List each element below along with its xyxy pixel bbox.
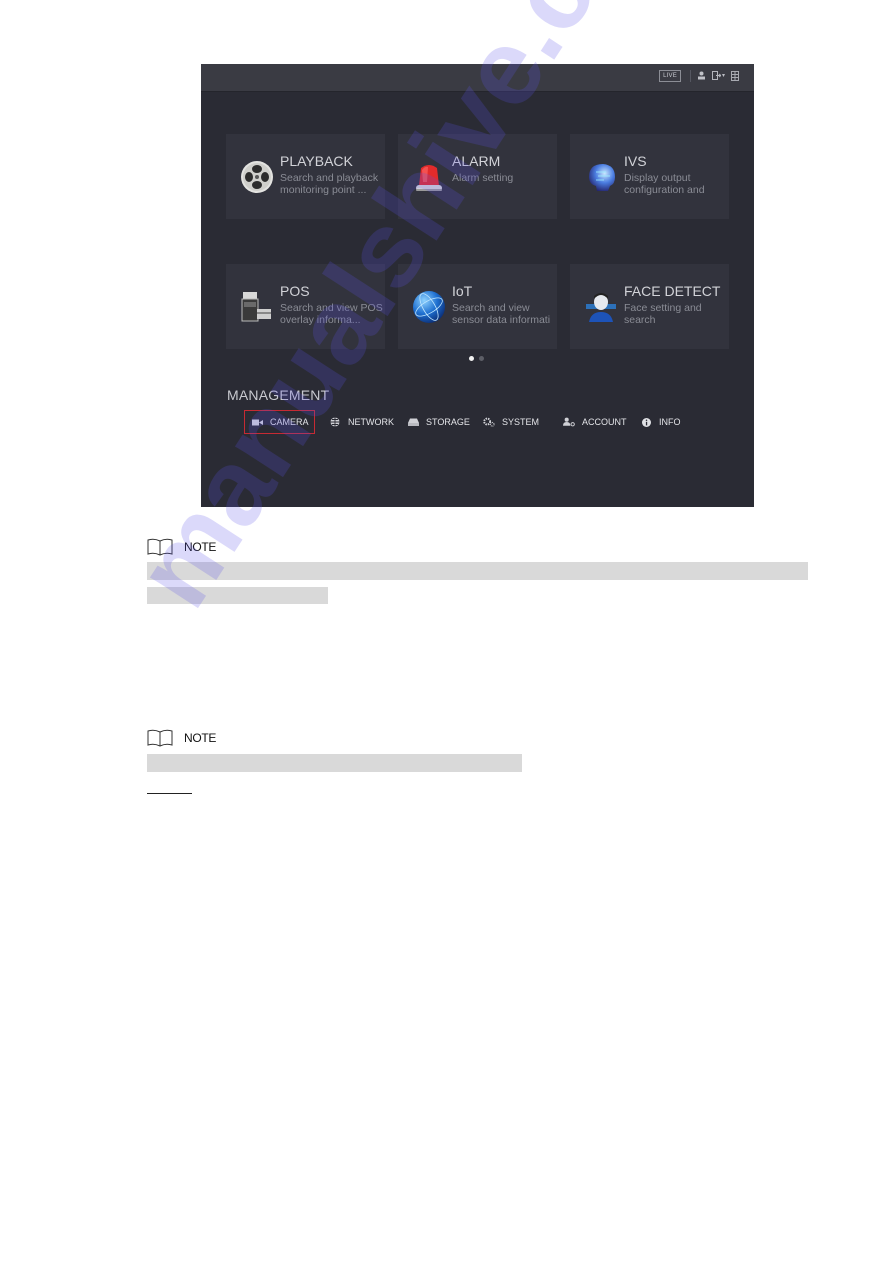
redacted-text-line xyxy=(147,587,328,604)
storage-icon xyxy=(407,417,419,427)
book-icon xyxy=(147,538,173,556)
book-icon xyxy=(147,729,173,747)
live-button[interactable]: LIVE xyxy=(659,70,681,82)
dvr-main-menu-screenshot: LIVE ▾ PLAYBACK Search and playback monit… xyxy=(201,64,754,507)
tile-title: PLAYBACK xyxy=(280,153,353,169)
tile-description: Search and view sensor data informati xyxy=(452,302,551,326)
mgmt-item-account[interactable]: ACCOUNT xyxy=(563,410,627,434)
tile-iot[interactable]: IoT Search and view sensor data informati xyxy=(398,264,557,349)
tile-face-detect[interactable]: FACE DETECT Face setting and search xyxy=(570,264,729,349)
tile-title: FACE DETECT xyxy=(624,283,721,299)
alarm-siren-icon xyxy=(416,165,442,191)
mgmt-item-label: CAMERA xyxy=(270,417,309,427)
tile-description: Display output configuration and xyxy=(624,172,705,196)
mgmt-item-network[interactable]: NETWORK xyxy=(329,410,394,434)
account-icon xyxy=(563,417,575,427)
tile-description: Face setting and search xyxy=(624,302,702,326)
tile-playback[interactable]: PLAYBACK Search and playback monitoring p… xyxy=(226,134,385,219)
tile-title: POS xyxy=(280,283,310,299)
mgmt-item-camera[interactable]: CAMERA xyxy=(244,410,315,434)
gears-icon xyxy=(483,417,495,427)
mgmt-item-storage[interactable]: STORAGE xyxy=(407,410,470,434)
mgmt-item-system[interactable]: SYSTEM xyxy=(483,410,539,434)
mgmt-item-label: ACCOUNT xyxy=(582,417,627,427)
camera-icon xyxy=(252,417,263,427)
page-dot-active[interactable] xyxy=(469,356,474,361)
note-label: NOTE xyxy=(184,540,217,554)
page-dot[interactable] xyxy=(479,356,484,361)
tile-title: ALARM xyxy=(452,153,501,169)
face-detect-icon xyxy=(586,293,616,322)
redacted-text-line xyxy=(147,562,808,580)
tile-alarm[interactable]: ALARM Alarm setting xyxy=(398,134,557,219)
network-globe-icon xyxy=(329,417,341,427)
mgmt-item-label: SYSTEM xyxy=(502,417,540,427)
mgmt-item-label: STORAGE xyxy=(426,417,470,427)
mgmt-item-info[interactable]: INFO xyxy=(640,410,681,434)
management-title: MANAGEMENT xyxy=(227,387,330,403)
ivs-head-icon xyxy=(589,164,615,191)
redacted-text-line xyxy=(147,754,522,772)
note-heading: NOTE xyxy=(147,729,216,747)
top-bar: LIVE ▾ xyxy=(201,64,754,92)
tile-title: IVS xyxy=(624,153,647,169)
tile-title: IoT xyxy=(452,283,473,299)
tile-description: Search and playback monitoring point ... xyxy=(280,172,379,196)
pos-terminal-icon xyxy=(241,292,271,322)
chevron-down-icon[interactable]: ▾ xyxy=(722,71,725,81)
grid-menu-icon[interactable] xyxy=(731,71,739,83)
tile-description: Alarm setting xyxy=(452,172,514,184)
topbar-divider xyxy=(690,70,691,82)
note-heading: NOTE xyxy=(147,538,216,556)
tile-description: Search and view POS overlay informa... xyxy=(280,302,383,326)
underline-stub xyxy=(147,793,192,794)
iot-globe-icon xyxy=(413,291,445,323)
mgmt-item-label: INFO xyxy=(659,417,681,427)
mgmt-item-label: NETWORK xyxy=(348,417,394,427)
tile-pos[interactable]: POS Search and view POS overlay informa..… xyxy=(226,264,385,349)
tile-ivs[interactable]: IVS Display output configuration and xyxy=(570,134,729,219)
info-icon xyxy=(640,417,652,427)
note-label: NOTE xyxy=(184,731,217,745)
logout-icon[interactable] xyxy=(712,71,722,82)
user-icon[interactable] xyxy=(697,71,706,82)
playback-reel-icon xyxy=(241,161,273,193)
